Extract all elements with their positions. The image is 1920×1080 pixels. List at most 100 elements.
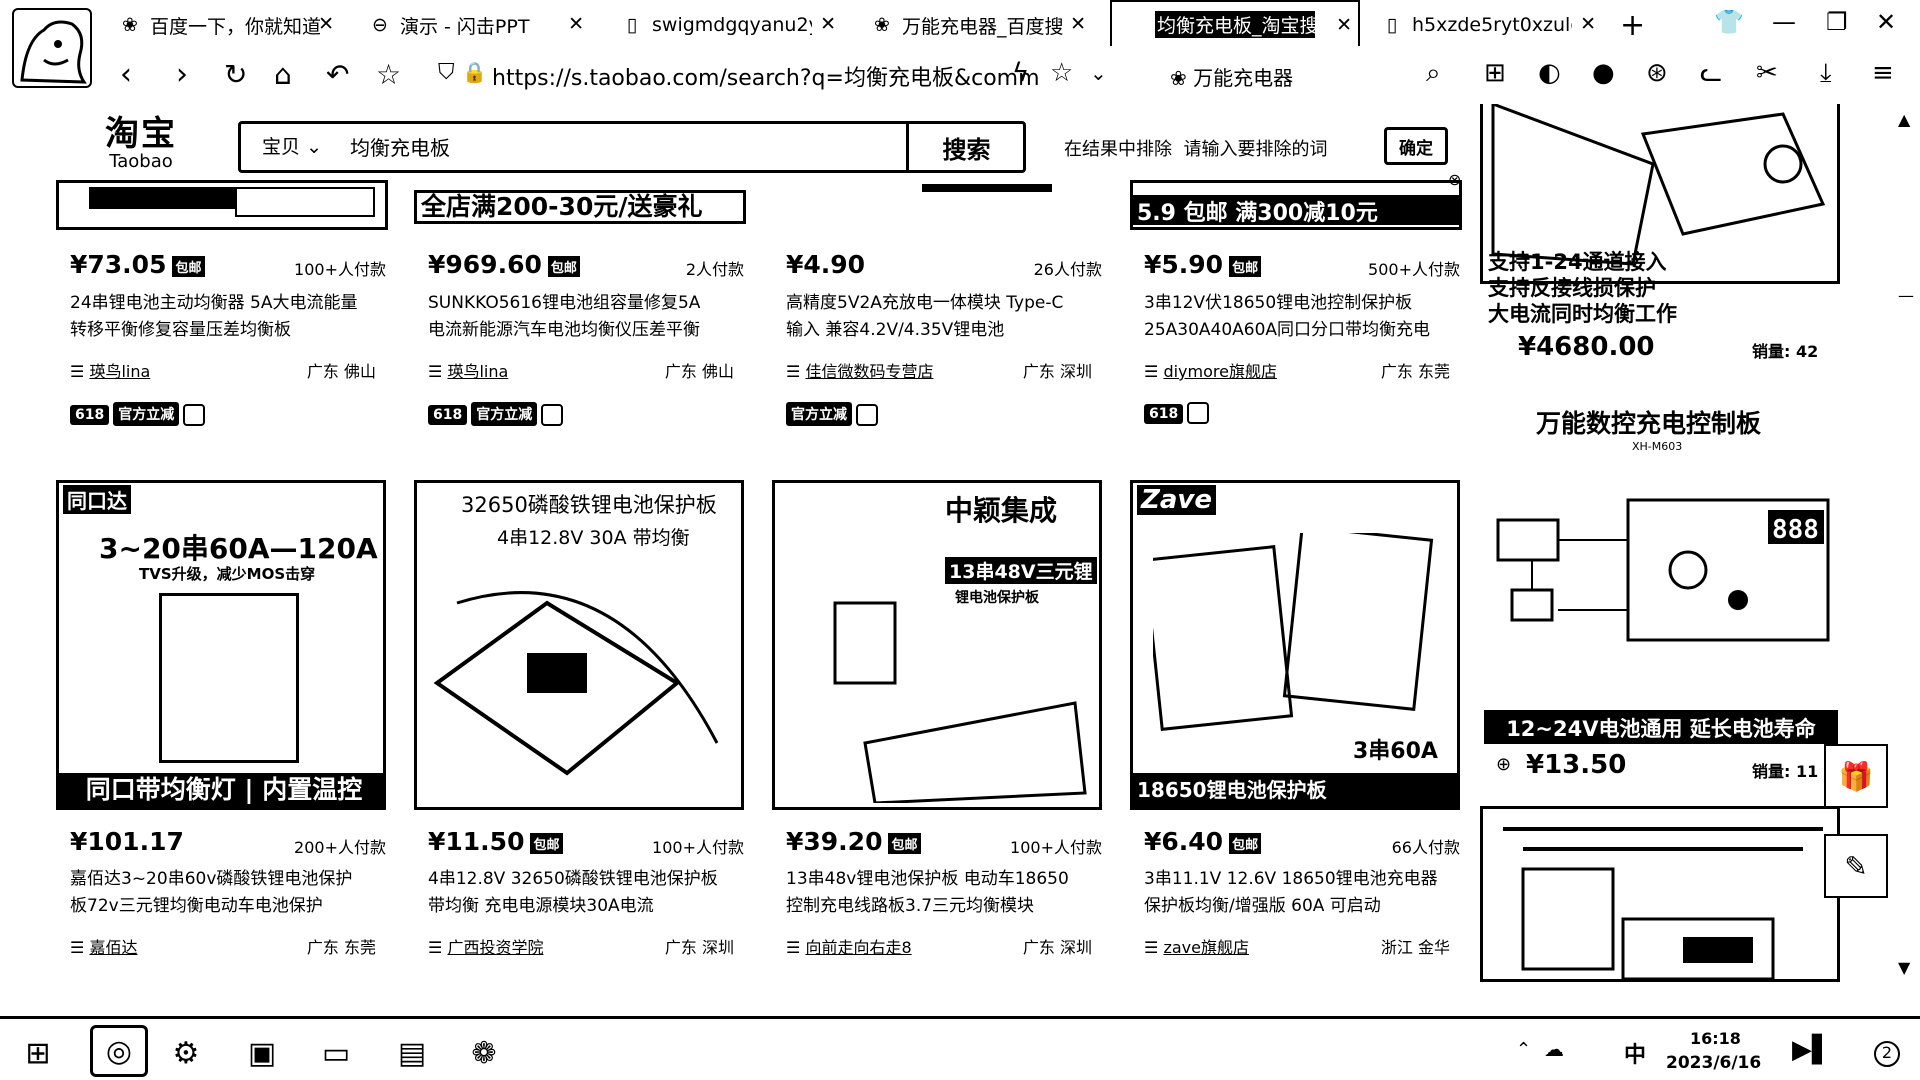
close-tab-icon[interactable]: ✕ bbox=[1580, 13, 1596, 35]
shield-icon[interactable]: ⛉ bbox=[438, 60, 455, 85]
product-title-line1[interactable]: 嘉佰达3~20串60v磷酸铁锂电池保护 bbox=[70, 866, 400, 893]
shop-link[interactable]: ☰ 瑛鸟lina bbox=[70, 358, 150, 382]
lightning-icon[interactable]: ϟ bbox=[1012, 58, 1029, 88]
product-title-line2[interactable]: 保护板均衡/增强版 60A 可启动 bbox=[1144, 893, 1474, 920]
product-image[interactable]: 32650磷酸铁锂电池保护板 4串12.8V 30A 带均衡 bbox=[414, 480, 744, 810]
shop-link[interactable]: ☰ diymore旗舰店 bbox=[1144, 358, 1277, 382]
ad3-image[interactable] bbox=[1480, 806, 1840, 982]
windows-start-icon[interactable]: ⊞ bbox=[16, 1031, 60, 1075]
monitor-icon[interactable]: ▣ bbox=[240, 1031, 284, 1075]
product-title-line2[interactable]: 板72v三元锂均衡电动车电池保护 bbox=[70, 893, 400, 920]
shop-location: 广东 佛山 bbox=[306, 362, 376, 381]
settings-gear-icon[interactable]: ⚙ bbox=[164, 1031, 208, 1075]
network-icon[interactable]: ☁ bbox=[1544, 1037, 1564, 1061]
product-title-line1[interactable]: 4串12.8V 32650磷酸铁锂电池保护板 bbox=[428, 866, 758, 893]
product-image-partial[interactable]: 全店满200-30元/送豪礼 bbox=[414, 180, 746, 230]
product-title-line2[interactable]: 电流新能源汽车电池均衡仪压差平衡 bbox=[428, 317, 758, 344]
download-circle-icon[interactable]: ● bbox=[1592, 58, 1615, 88]
cat-icon[interactable]: ᓚ bbox=[1700, 58, 1722, 88]
forward-button[interactable]: › bbox=[176, 58, 188, 92]
edit-icon[interactable]: ✎ bbox=[1824, 834, 1888, 898]
notification-badge[interactable]: 2 bbox=[1874, 1041, 1900, 1067]
scroll-down-arrow[interactable]: ▼ bbox=[1898, 958, 1910, 977]
search-input[interactable]: 均衡充电板 bbox=[350, 132, 450, 161]
shop-link[interactable]: ☰ 向前走向右走8 bbox=[786, 934, 912, 958]
product-title-line2[interactable]: 25A30A40A60A同口分口带均衡充电 bbox=[1144, 317, 1474, 344]
ad2-banner: 12~24V电池通用 延长电池寿命 bbox=[1484, 710, 1838, 744]
product-title-line2[interactable]: 转移平衡修复容量压差均衡板 bbox=[70, 317, 400, 344]
product-image-partial[interactable]: 5.9 包邮 满300减10元 bbox=[1130, 180, 1462, 230]
product-image-partial[interactable] bbox=[56, 180, 388, 230]
bookmark-star-icon[interactable]: ☆ bbox=[376, 58, 401, 92]
close-tab-icon[interactable]: ✕ bbox=[820, 13, 836, 35]
product-title-line1[interactable]: SUNKKO5616锂电池组容量修复5A bbox=[428, 290, 758, 317]
browser-taskbar-icon[interactable]: ◎ bbox=[90, 1025, 148, 1077]
product-title-line1[interactable]: 高精度5V2A充放电一体模块 Type-C bbox=[786, 290, 1116, 317]
minimize-button[interactable]: — bbox=[1772, 8, 1796, 36]
folder-icon[interactable]: ▭ bbox=[314, 1031, 358, 1075]
promo-badge: 官方立减 bbox=[113, 402, 180, 426]
shop-link[interactable]: ☰ 嘉佰达 bbox=[70, 934, 137, 958]
product-title-line1[interactable]: 13串48v锂电池保护板 电动车18650 bbox=[786, 866, 1116, 893]
product-image[interactable]: 中颖集成 13串48V三元锂 锂电池保护板 bbox=[772, 480, 1102, 810]
tab-taobao-active[interactable]: 均衡充电板_淘宝搜 ✕ bbox=[1110, 0, 1360, 46]
window-icon[interactable]: ▤ bbox=[390, 1031, 434, 1075]
close-tab-icon[interactable]: ✕ bbox=[1070, 13, 1086, 35]
back-button[interactable]: ‹ bbox=[120, 58, 132, 92]
product-title-line2[interactable]: 带均衡 充电电源模块30A电流 bbox=[428, 893, 758, 920]
undo-button[interactable]: ↶ bbox=[326, 58, 349, 92]
scroll-up-arrow[interactable]: ▲ bbox=[1898, 110, 1910, 129]
shop-link[interactable]: ☰ 佳信微数码专营店 bbox=[786, 358, 933, 382]
new-tab-button[interactable]: + bbox=[1620, 8, 1645, 43]
product-title-line1[interactable]: 3串11.1V 12.6V 18650锂电池充电器 bbox=[1144, 866, 1474, 893]
restore-button[interactable]: ❐ bbox=[1826, 8, 1848, 36]
ad2-image[interactable]: 888 bbox=[1488, 490, 1838, 660]
tab-doc2[interactable]: ▯ h5xzde5ryt0xzulg ✕ bbox=[1380, 6, 1602, 44]
exclude-field[interactable]: 在结果中排除 请输入要排除的词 bbox=[1064, 135, 1327, 161]
favorite-star-icon[interactable]: ☆ bbox=[1050, 58, 1073, 88]
side-search-box[interactable]: ❀ 万能充电器 bbox=[1170, 62, 1293, 91]
chevron-down-icon[interactable]: ⌄ bbox=[1090, 58, 1107, 88]
tab-baidu-search[interactable]: ❀ 万能充电器_百度搜 ✕ bbox=[870, 6, 1092, 44]
moon-icon[interactable]: ◐ bbox=[1538, 58, 1561, 88]
openai-icon[interactable]: ⊛ bbox=[1646, 58, 1668, 88]
product-image[interactable]: Zave 3串60A 18650锂电池保护板 bbox=[1130, 480, 1460, 810]
reload-button[interactable]: ↻ bbox=[224, 58, 247, 92]
close-ad-icon[interactable]: ⊗ bbox=[1448, 170, 1461, 189]
shop-link[interactable]: ☰ 瑛鸟lina bbox=[428, 358, 508, 382]
product-title-line2[interactable]: 输入 兼容4.2V/4.35V锂电池 bbox=[786, 317, 1116, 344]
gift-icon[interactable]: 🎁 bbox=[1824, 744, 1888, 808]
close-window-button[interactable]: ✕ bbox=[1876, 8, 1896, 36]
home-button[interactable]: ⌂ bbox=[274, 58, 292, 92]
close-tab-icon[interactable]: ✕ bbox=[568, 13, 584, 35]
shop-link[interactable]: ☰ 广西投资学院 bbox=[428, 934, 543, 958]
product-title-line1[interactable]: 3串12V伏18650锂电池控制保护板 bbox=[1144, 290, 1474, 317]
search-icon[interactable]: ⌕ bbox=[1426, 58, 1441, 88]
download-icon[interactable]: ⤓ bbox=[1820, 58, 1832, 88]
shirt-icon[interactable]: 👕 bbox=[1714, 8, 1744, 36]
product-image-partial[interactable] bbox=[772, 180, 1104, 230]
tab-baidu[interactable]: ❀ 百度一下，你就知道 ✕ bbox=[118, 6, 340, 44]
shop-link[interactable]: ☰ zave旗舰店 bbox=[1144, 934, 1249, 958]
product-image[interactable]: 同口达 3~20串60A—120A TVS升级，减少MOS击穿 同口带均衡灯 |… bbox=[56, 480, 386, 810]
taobao-logo[interactable]: 淘宝 Taobao bbox=[86, 116, 196, 172]
product-title-line2[interactable]: 控制充电线路板3.7三元均衡模块 bbox=[786, 893, 1116, 920]
search-scope-select[interactable]: 宝贝 ⌄ bbox=[262, 132, 322, 159]
tray-chevron-up-icon[interactable]: ⌃ bbox=[1516, 1039, 1531, 1060]
menu-icon[interactable]: ≡ bbox=[1872, 58, 1894, 88]
close-tab-icon[interactable]: ✕ bbox=[318, 13, 334, 35]
media-icons[interactable]: ▶▌ bbox=[1792, 1035, 1832, 1065]
confirm-button[interactable]: 确定 bbox=[1384, 127, 1448, 165]
url-input[interactable]: https://s.taobao.com/search?q=均衡充电板&comm bbox=[492, 60, 1040, 92]
search-button[interactable]: 搜索 bbox=[906, 123, 1024, 171]
tab-ppt[interactable]: ⊖ 演示 - 闪击PPT ✕ bbox=[368, 6, 590, 44]
close-tab-icon[interactable]: ✕ bbox=[1336, 14, 1352, 36]
ime-indicator[interactable]: 中 bbox=[1624, 1037, 1646, 1069]
product-title-line1[interactable]: 24串锂电池主动均衡器 5A大电流能量 bbox=[70, 290, 400, 317]
scissors-icon[interactable]: ✂ bbox=[1756, 58, 1778, 88]
clock-date[interactable]: 2023/6/16 bbox=[1666, 1053, 1761, 1073]
flower-icon[interactable]: ❁ bbox=[462, 1031, 506, 1075]
grid-icon[interactable]: ⊞ bbox=[1484, 58, 1506, 88]
tab-doc1[interactable]: ▯ swigmdgqyanu2y ✕ bbox=[620, 6, 842, 44]
clock-time[interactable]: 16:18 bbox=[1690, 1029, 1741, 1048]
